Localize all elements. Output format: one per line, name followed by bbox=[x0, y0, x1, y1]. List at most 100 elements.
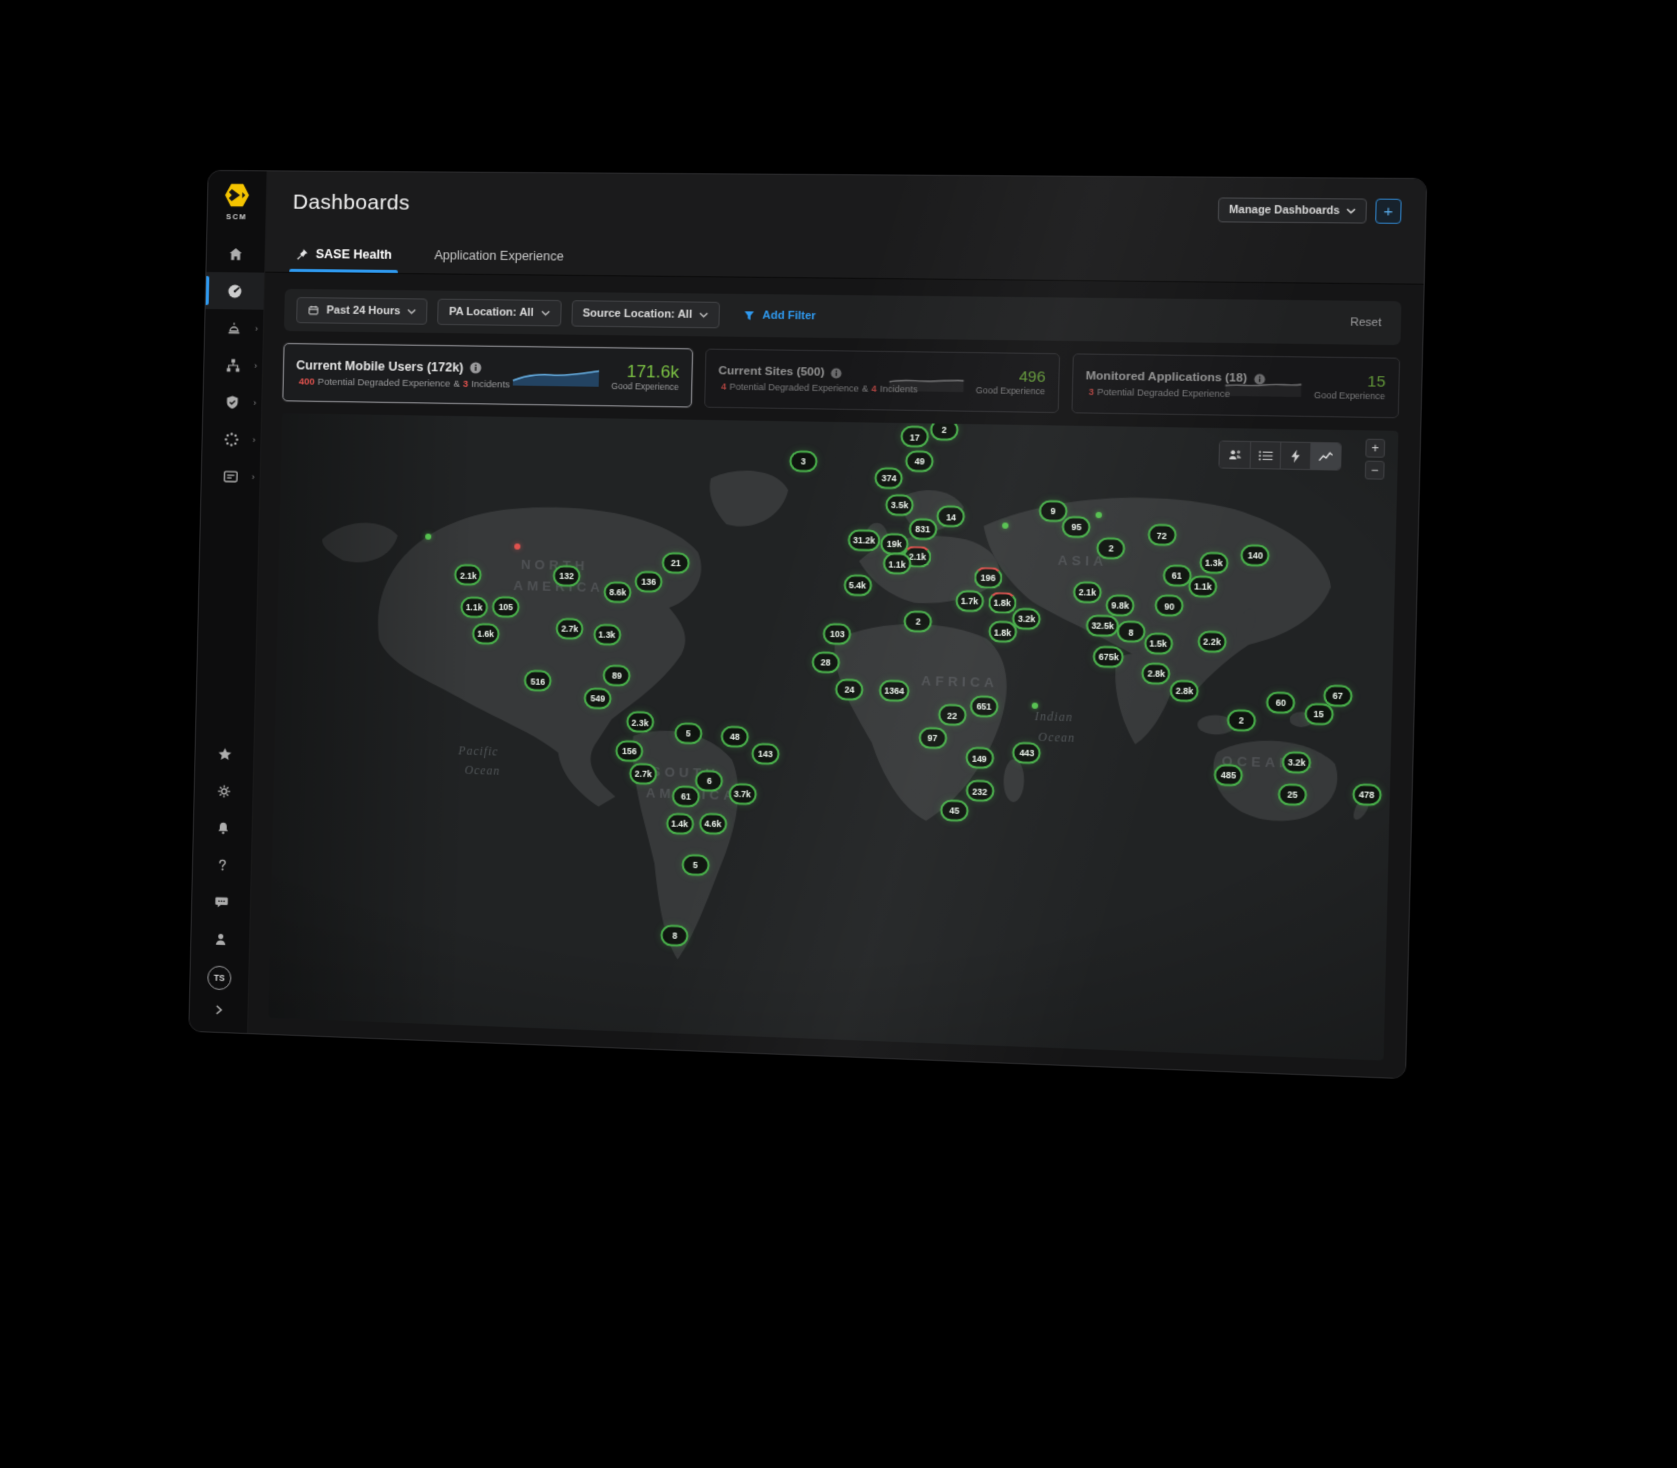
map-marker[interactable]: 61 bbox=[1162, 564, 1191, 586]
map-marker[interactable]: 232 bbox=[965, 780, 994, 802]
world-map-panel[interactable]: NORTHAMERICASOUTHAMERICAAFRICAASIAOCEANI… bbox=[268, 413, 1398, 1060]
map-marker[interactable]: 31.2k bbox=[848, 529, 881, 551]
map-marker[interactable]: 516 bbox=[524, 670, 552, 692]
map-marker[interactable]: 2 bbox=[1097, 537, 1126, 559]
sidebar-item-help[interactable] bbox=[193, 846, 252, 885]
map-marker[interactable]: 22 bbox=[938, 704, 967, 726]
map-marker[interactable]: 8 bbox=[661, 925, 689, 947]
map-marker[interactable]: 5 bbox=[674, 722, 702, 744]
map-marker[interactable]: 1.7k bbox=[955, 590, 984, 612]
map-marker[interactable]: 103 bbox=[823, 623, 852, 645]
info-icon[interactable] bbox=[831, 367, 843, 378]
map-marker[interactable]: 45 bbox=[940, 799, 969, 821]
map-marker[interactable]: 9 bbox=[1038, 500, 1067, 522]
map-marker[interactable]: 2.8k bbox=[1142, 663, 1171, 685]
map-marker[interactable]: 90 bbox=[1155, 595, 1184, 617]
map-marker[interactable]: 61 bbox=[672, 785, 700, 807]
kpi-card-monitored-applications[interactable]: Monitored Applications (18) bbox=[1071, 353, 1400, 418]
add-filter-button[interactable]: Add Filter bbox=[736, 308, 822, 324]
map-marker[interactable]: 2.1k bbox=[454, 564, 482, 586]
sidebar-item-security[interactable]: › bbox=[203, 383, 262, 421]
map-marker[interactable]: 32.5k bbox=[1086, 615, 1120, 637]
map-marker[interactable]: 3.5k bbox=[885, 494, 914, 516]
map-marker[interactable]: 21 bbox=[662, 552, 690, 574]
map-marker[interactable]: 3.2k bbox=[1282, 751, 1312, 774]
sidebar-item-workflows[interactable]: › bbox=[202, 420, 261, 458]
map-marker[interactable]: 143 bbox=[751, 742, 779, 764]
map-marker[interactable]: 6 bbox=[695, 770, 723, 792]
map-list-view-button[interactable] bbox=[1250, 442, 1281, 469]
map-marker[interactable]: 4.6k bbox=[699, 812, 727, 834]
sidebar-item-profile[interactable] bbox=[191, 920, 250, 959]
map-marker[interactable]: 1.6k bbox=[472, 623, 500, 645]
map-marker[interactable]: 2.3k bbox=[626, 711, 654, 733]
sidebar-item-favorites[interactable] bbox=[195, 735, 254, 774]
map-marker[interactable]: 132 bbox=[553, 565, 581, 587]
map-chart-view-button[interactable] bbox=[1310, 443, 1341, 470]
source-location-select[interactable]: Source Location: All bbox=[571, 300, 720, 328]
tab-sase-health[interactable]: SASE Health bbox=[291, 247, 396, 273]
map-marker[interactable]: 1.4k bbox=[666, 812, 694, 834]
zoom-out-button[interactable]: − bbox=[1365, 461, 1385, 480]
map-marker[interactable]: 60 bbox=[1266, 691, 1296, 714]
map-marker[interactable]: 651 bbox=[969, 695, 998, 717]
map-marker[interactable]: 485 bbox=[1214, 764, 1243, 787]
map-marker[interactable]: 2.2k bbox=[1197, 631, 1226, 653]
manage-dashboards-button[interactable]: Manage Dashboards bbox=[1218, 197, 1367, 223]
map-marker[interactable]: 1364 bbox=[879, 680, 910, 702]
map-marker[interactable]: 14 bbox=[937, 506, 966, 528]
map-marker[interactable]: 72 bbox=[1147, 524, 1176, 546]
map-marker[interactable]: 3.7k bbox=[728, 783, 756, 805]
map-marker[interactable]: 1.1k bbox=[883, 553, 912, 575]
map-marker[interactable]: 549 bbox=[584, 687, 612, 709]
add-dashboard-button[interactable]: + bbox=[1375, 199, 1402, 224]
map-marker[interactable]: 3 bbox=[789, 451, 818, 473]
map-marker[interactable]: 9.8k bbox=[1106, 594, 1135, 616]
map-marker[interactable]: 1.8k bbox=[988, 621, 1017, 643]
map-marker[interactable]: 1.5k bbox=[1143, 632, 1172, 654]
time-range-select[interactable]: Past 24 Hours bbox=[296, 297, 428, 325]
map-marker[interactable]: 2.7k bbox=[629, 762, 657, 784]
map-marker[interactable]: 49 bbox=[905, 450, 934, 472]
map-marker[interactable]: 105 bbox=[492, 596, 520, 618]
map-marker[interactable]: 374 bbox=[875, 467, 904, 489]
kpi-card-current-mobile-users[interactable]: Current Mobile Users (172k) bbox=[282, 343, 693, 407]
sidebar-item-dashboards[interactable] bbox=[206, 272, 265, 310]
sidebar-item-network[interactable]: › bbox=[204, 346, 263, 384]
map-marker[interactable]: 443 bbox=[1012, 742, 1041, 764]
sidebar-item-incidents-alerts[interactable]: › bbox=[205, 309, 264, 347]
map-marker[interactable]: 831 bbox=[908, 518, 937, 540]
info-icon[interactable] bbox=[469, 361, 481, 373]
map-marker[interactable]: 2 bbox=[930, 419, 959, 441]
user-avatar[interactable]: TS bbox=[207, 965, 231, 990]
map-marker[interactable]: 149 bbox=[965, 747, 994, 769]
pa-location-select[interactable]: PA Location: All bbox=[437, 299, 561, 327]
map-marker[interactable]: 156 bbox=[615, 740, 643, 762]
sidebar-item-settings-objects[interactable]: › bbox=[201, 457, 260, 495]
map-marker[interactable]: 2 bbox=[1226, 709, 1256, 732]
reset-filters-button[interactable]: Reset bbox=[1344, 315, 1388, 330]
map-marker[interactable]: 196 bbox=[974, 567, 1003, 589]
map-marker[interactable]: 1.8k bbox=[988, 592, 1017, 614]
map-marker[interactable]: 8 bbox=[1116, 621, 1145, 643]
sidebar-collapse-toggle[interactable] bbox=[189, 995, 247, 1025]
map-marker[interactable]: 24 bbox=[835, 679, 864, 701]
map-marker[interactable]: 1.3k bbox=[1199, 551, 1228, 573]
kpi-card-current-sites[interactable]: Current Sites (500) bbox=[704, 349, 1060, 414]
map-marker[interactable]: 5 bbox=[681, 853, 709, 875]
map-marker[interactable]: 140 bbox=[1241, 544, 1271, 566]
map-marker[interactable]: 5.4k bbox=[843, 574, 872, 596]
map-users-view-button[interactable] bbox=[1219, 442, 1250, 468]
map-marker[interactable]: 95 bbox=[1062, 516, 1091, 538]
sidebar-item-feedback[interactable] bbox=[192, 883, 251, 922]
map-marker[interactable]: 17 bbox=[900, 426, 929, 448]
map-marker[interactable]: 136 bbox=[635, 571, 663, 593]
map-marker[interactable]: 2.1k bbox=[1073, 581, 1102, 603]
map-marker[interactable]: 25 bbox=[1278, 783, 1308, 806]
zoom-in-button[interactable]: + bbox=[1365, 439, 1385, 458]
map-marker[interactable]: 89 bbox=[603, 664, 631, 686]
map-marker[interactable]: 675k bbox=[1093, 645, 1124, 667]
map-marker[interactable]: 1.1k bbox=[1188, 576, 1217, 598]
map-marker[interactable]: 48 bbox=[721, 726, 749, 748]
map-marker[interactable]: 2.7k bbox=[556, 618, 584, 640]
